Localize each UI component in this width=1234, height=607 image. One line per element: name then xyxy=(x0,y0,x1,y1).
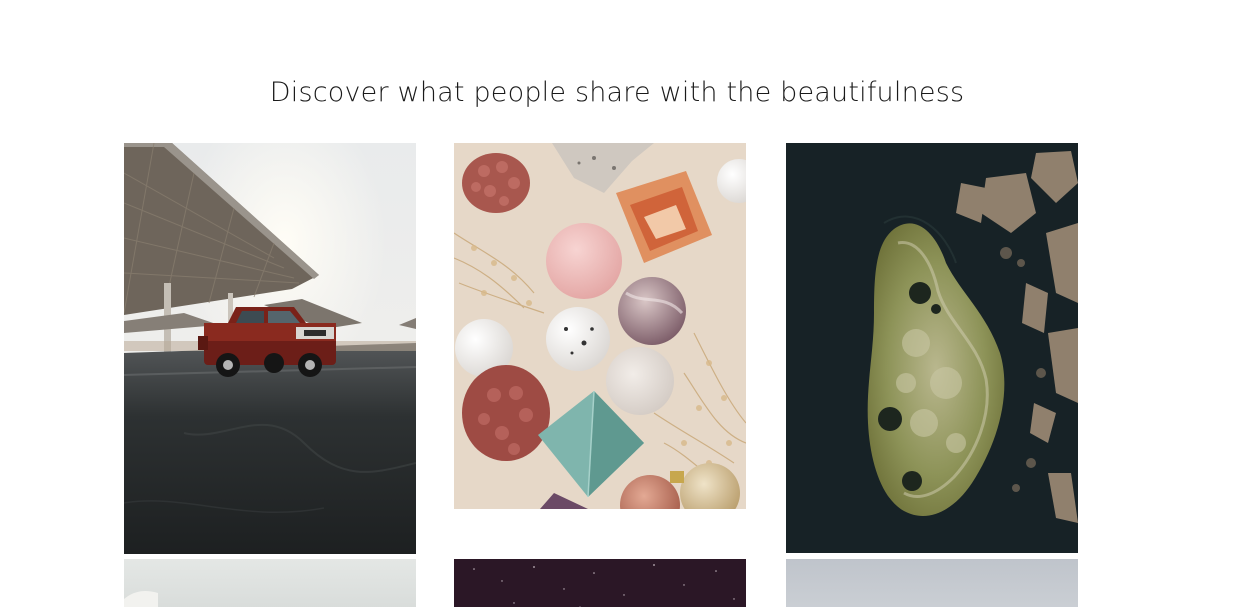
photo-tile-island[interactable] xyxy=(786,143,1078,553)
photo-crystals-flatlay xyxy=(454,143,746,509)
photo-aerial-island xyxy=(786,143,1078,553)
section-heading: Discover what people share with the beau… xyxy=(269,77,965,109)
photo-light-sky xyxy=(124,559,416,607)
discover-page: Discover what people share with the beau… xyxy=(0,0,1234,607)
photo-red-pickup-truck xyxy=(124,143,416,554)
photo-tile-crystals[interactable] xyxy=(454,143,746,509)
photo-tile-row2-left[interactable] xyxy=(124,559,416,607)
photo-tile-row2-right[interactable] xyxy=(786,559,1078,607)
photo-tile-row2-center[interactable] xyxy=(454,559,746,607)
photo-tile-truck[interactable] xyxy=(124,143,416,554)
photo-pale-sky xyxy=(786,559,1078,607)
photo-starry-night xyxy=(454,559,746,607)
